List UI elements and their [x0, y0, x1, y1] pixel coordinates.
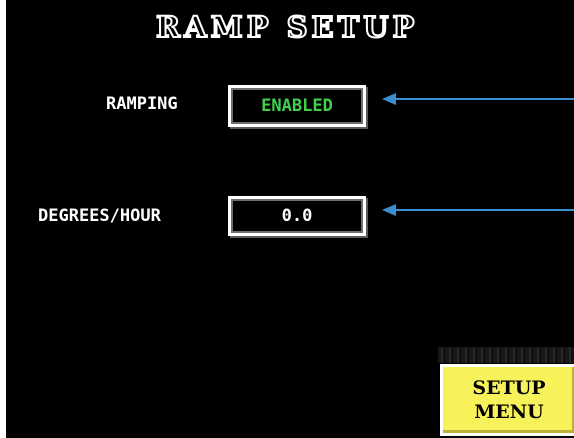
degrees-callout-arrow [394, 209, 574, 211]
degrees-per-hour-label: DEGREES/HOUR [38, 206, 161, 226]
ramping-label: RAMPING [106, 94, 178, 114]
page-title: RAMP SETUP [155, 9, 419, 45]
setup-menu-button-line2: MENU [474, 401, 544, 423]
ramping-toggle-button[interactable]: ENABLED [228, 85, 366, 127]
ramping-callout-arrow [394, 98, 574, 100]
setup-menu-button[interactable]: SETUP MENU [440, 364, 574, 436]
setup-menu-button-line1: SETUP [472, 377, 546, 399]
screen: RAMP SETUP RAMPING ENABLED DEGREES/HOUR … [0, 0, 574, 438]
display-panel: RAMP SETUP RAMPING ENABLED DEGREES/HOUR … [6, 0, 574, 438]
button-shadow-strip [438, 347, 574, 363]
degrees-per-hour-input[interactable]: 0.0 [228, 196, 366, 236]
